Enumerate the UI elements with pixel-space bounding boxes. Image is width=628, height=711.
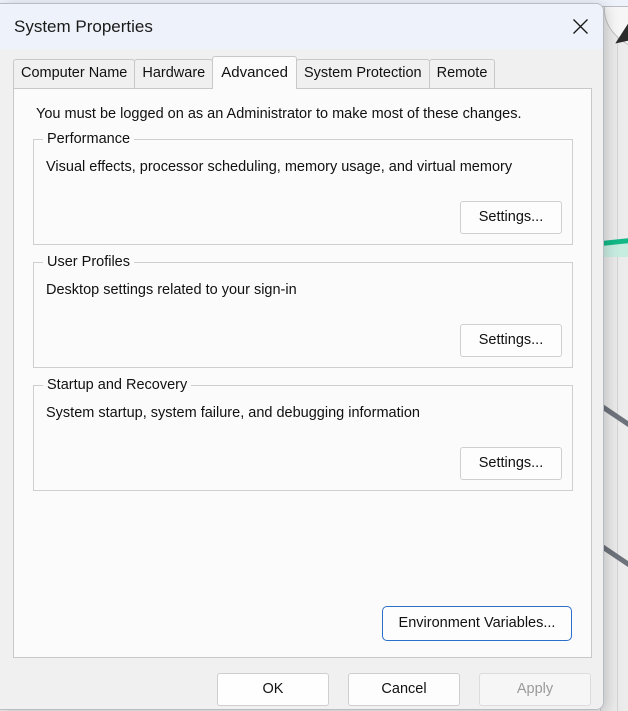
system-properties-dialog: System Properties Computer Name Hardware… [0,3,604,710]
background-divider [617,0,618,711]
group-user-profiles-legend: User Profiles [43,254,134,270]
group-performance-description: Visual effects, processor scheduling, me… [46,159,572,175]
tab-panel-advanced: You must be logged on as an Administrato… [13,88,592,658]
group-user-profiles-button-row: Settings... [460,324,562,357]
background-panel [600,0,628,711]
tab-remote[interactable]: Remote [429,59,496,88]
performance-settings-button[interactable]: Settings... [460,201,562,234]
cancel-button[interactable]: Cancel [348,673,460,706]
dialog-footer: OK Cancel Apply [0,658,603,709]
apply-button: Apply [479,673,591,706]
footer-button-row: OK Cancel Apply [217,673,591,706]
tabstrip: Computer Name Hardware Advanced System P… [13,58,603,88]
startup-recovery-settings-button[interactable]: Settings... [460,447,562,480]
group-startup-recovery: Startup and Recovery System startup, sys… [33,385,573,491]
tab-advanced[interactable]: Advanced [212,56,297,89]
group-startup-recovery-description: System startup, system failure, and debu… [46,405,572,421]
group-performance-button-row: Settings... [460,201,562,234]
window-title: System Properties [14,17,153,37]
screen: ◢ ▪ ▪▪▪▪▪ System Properties Computer Na [0,0,628,711]
tab-hardware[interactable]: Hardware [134,59,213,88]
tabstrip-container: Computer Name Hardware Advanced System P… [0,49,603,88]
ok-button[interactable]: OK [217,673,329,706]
group-startup-recovery-button-row: Settings... [460,447,562,480]
close-icon [572,18,589,35]
administrator-notice: You must be logged on as an Administrato… [36,106,591,122]
group-user-profiles-description: Desktop settings related to your sign-in [46,282,572,298]
group-user-profiles: User Profiles Desktop settings related t… [33,262,573,368]
group-performance: Performance Visual effects, processor sc… [33,139,573,245]
tab-computer-name[interactable]: Computer Name [13,59,135,88]
close-button[interactable] [557,4,603,49]
group-startup-recovery-legend: Startup and Recovery [43,377,191,393]
user-profiles-settings-button[interactable]: Settings... [460,324,562,357]
titlebar: System Properties [0,4,603,49]
group-performance-legend: Performance [43,131,134,147]
environment-variables-button[interactable]: Environment Variables... [382,606,572,641]
tab-system-protection[interactable]: System Protection [296,59,430,88]
